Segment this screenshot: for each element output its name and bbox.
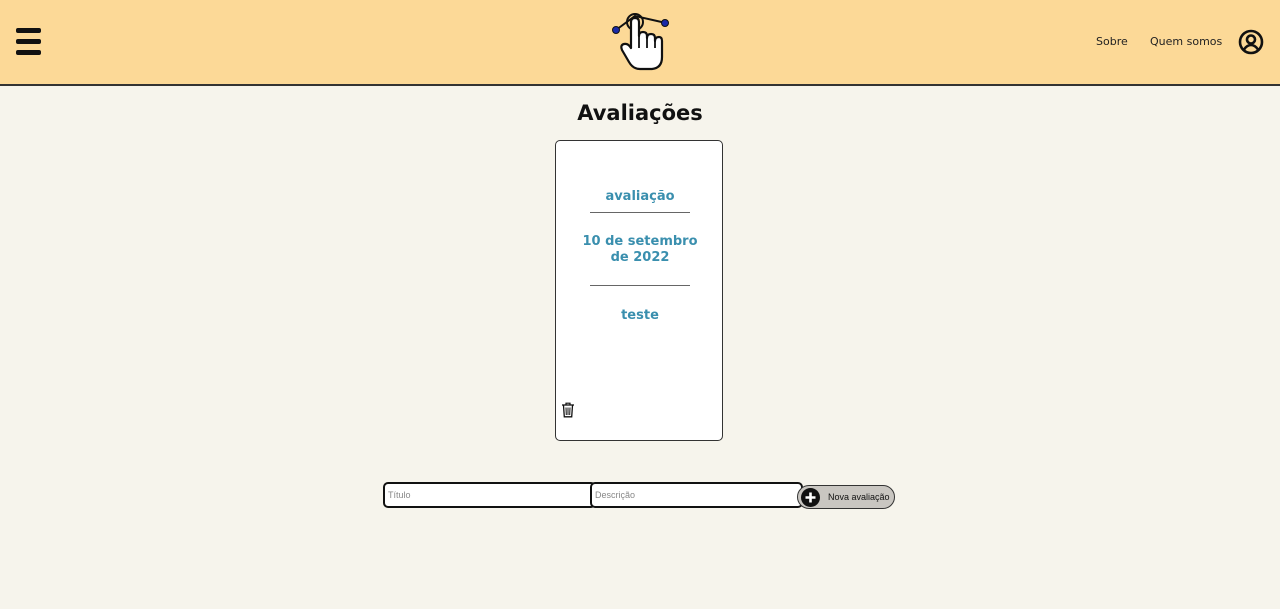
titulo-input[interactable] [383,482,596,508]
descricao-input[interactable] [590,482,803,508]
nova-avaliacao-button[interactable]: Nova avaliação [797,485,895,509]
hamburger-menu-icon[interactable] [16,28,41,55]
user-circle-icon[interactable] [1238,29,1264,55]
review-card: avaliação 10 de setembro de 2022 teste [555,140,723,441]
nova-avaliacao-label: Nova avaliação [828,492,890,502]
page-title: Avaliações [577,101,703,125]
app-header: Sobre Quem somos [0,0,1280,86]
nav-link-sobre[interactable]: Sobre [1096,35,1128,48]
card-divider [590,285,690,286]
nav-link-quem-somos[interactable]: Quem somos [1150,35,1222,48]
review-card-title: avaliação [605,189,675,204]
review-card-description: teste [621,308,659,323]
trash-icon[interactable] [561,402,575,418]
review-card-date: 10 de setembro de 2022 [582,234,698,265]
pointing-hand-logo[interactable] [610,10,670,72]
plus-circle-icon [801,488,820,507]
card-divider [590,212,690,213]
